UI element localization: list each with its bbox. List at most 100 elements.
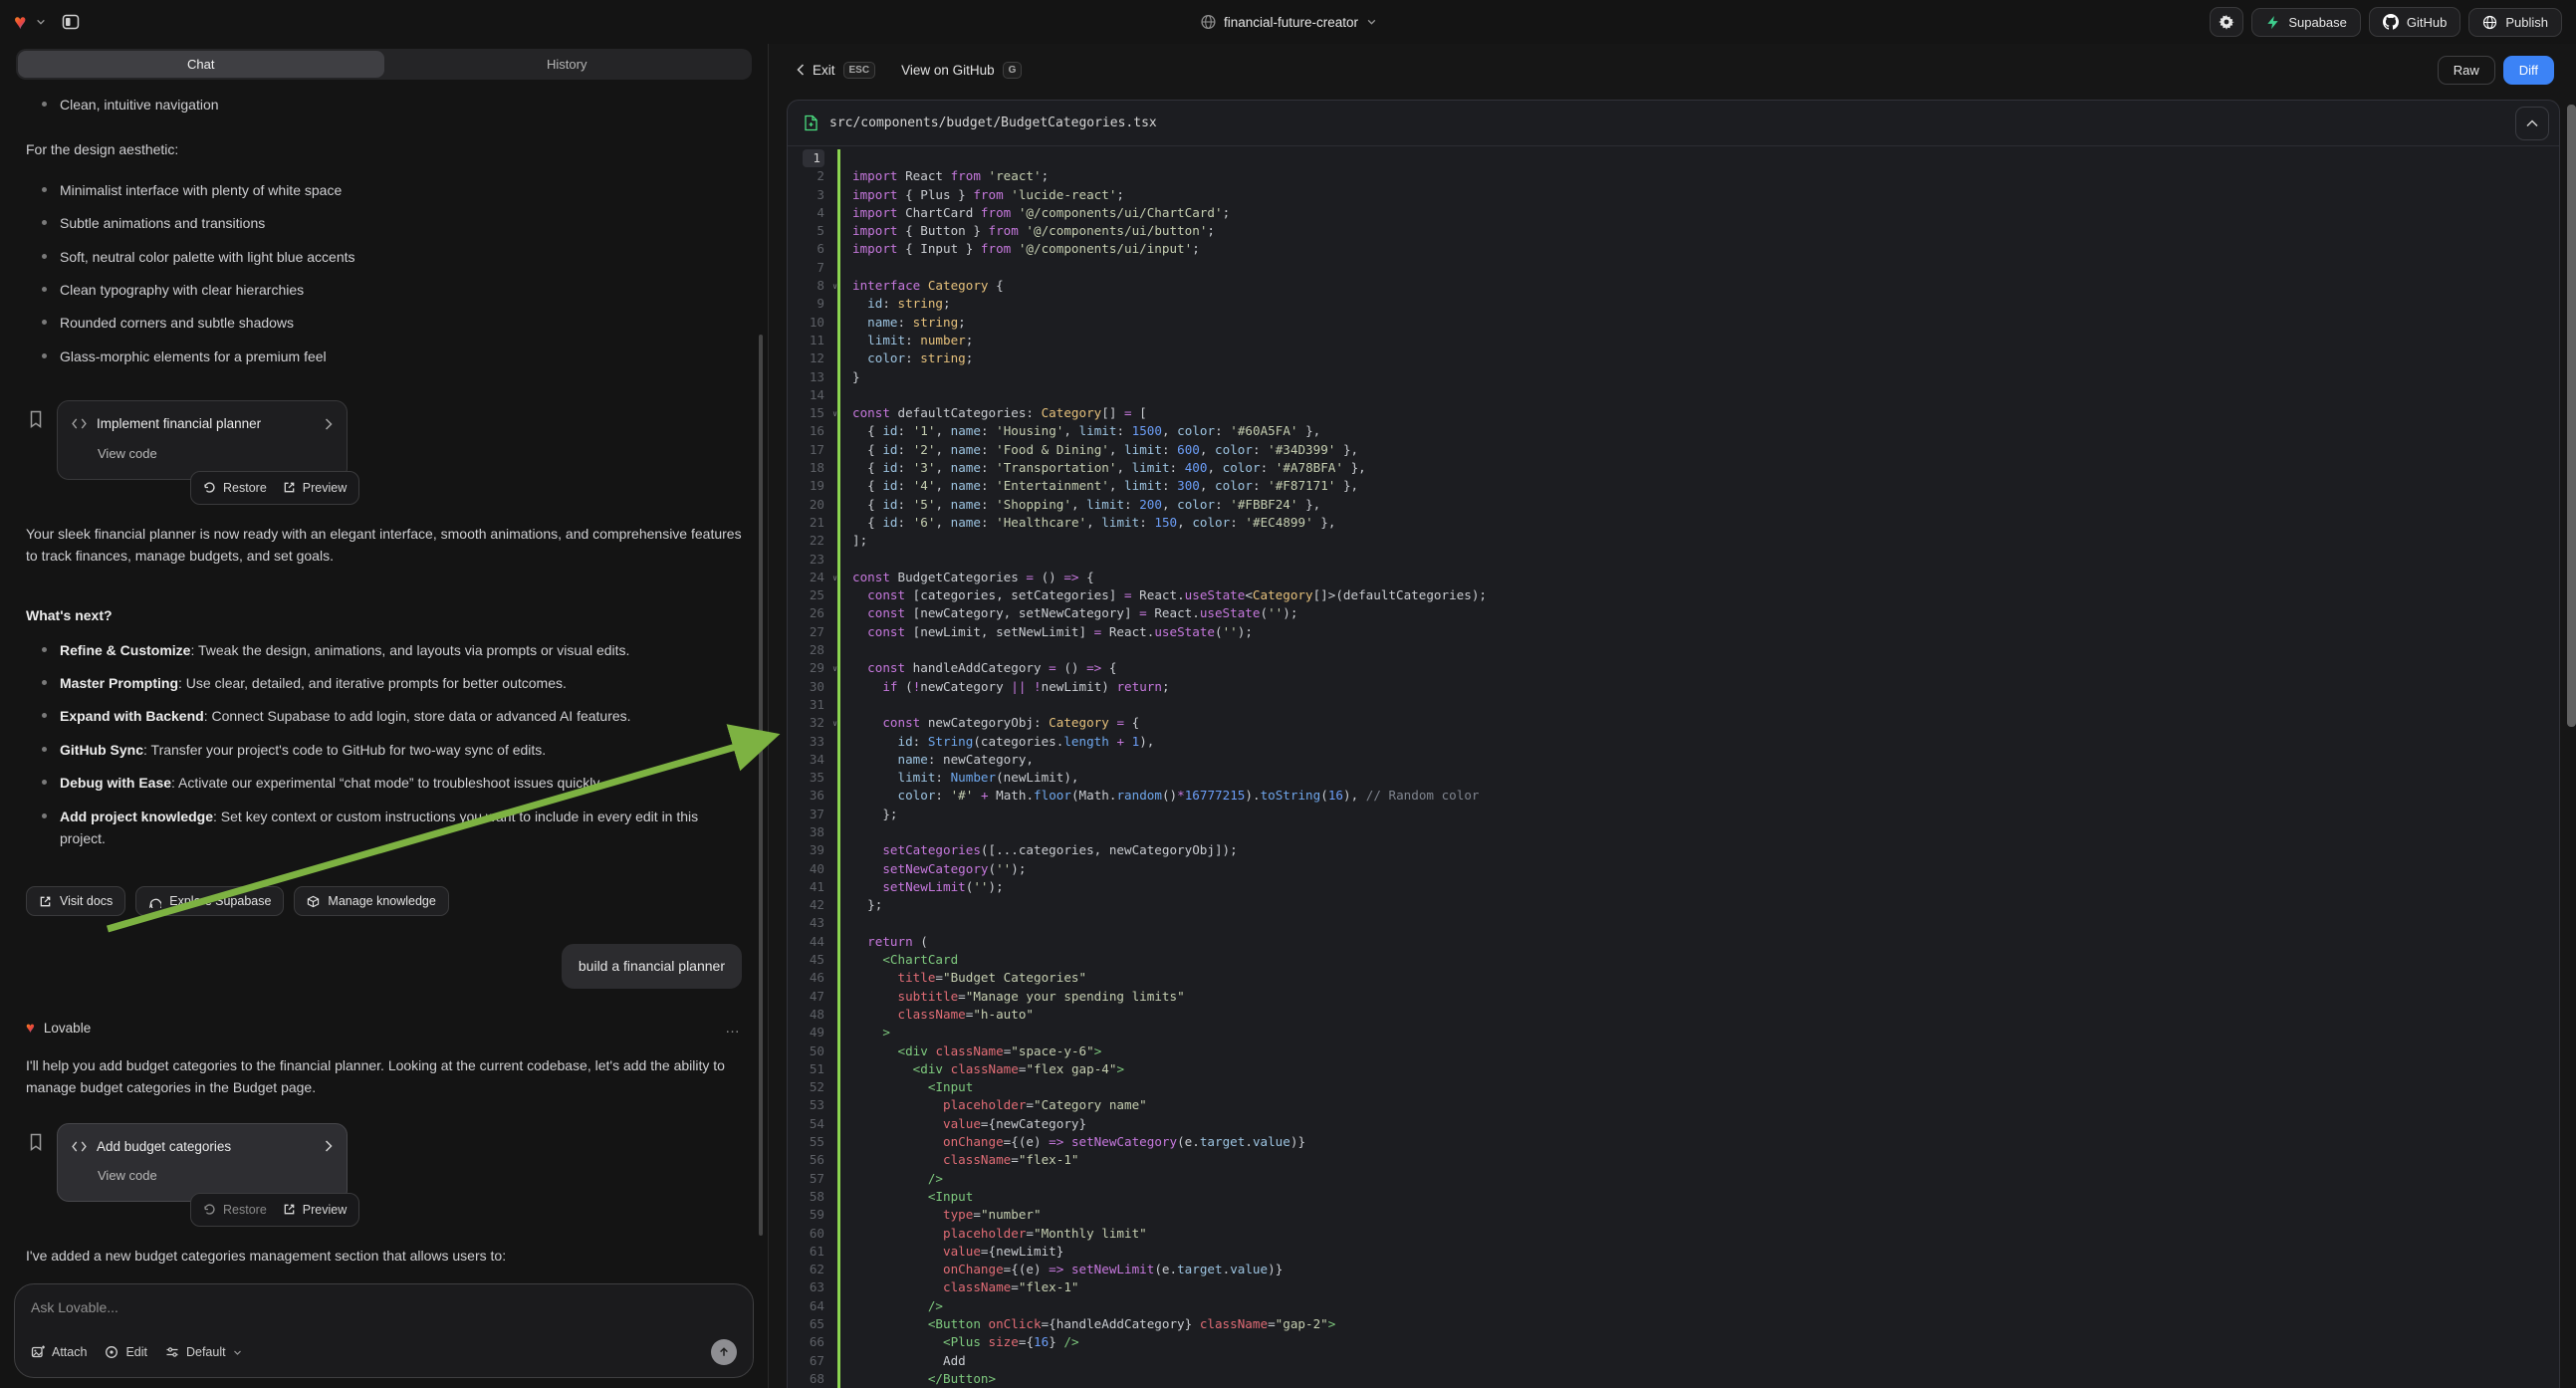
restore-button[interactable]: Restore bbox=[203, 478, 267, 498]
line-number[interactable]: 25 bbox=[788, 586, 837, 604]
lovable-logo-icon[interactable]: ♥ bbox=[14, 12, 26, 33]
message-options-icon[interactable]: … bbox=[725, 1017, 742, 1041]
line-number[interactable]: 67 bbox=[788, 1352, 837, 1370]
send-button[interactable] bbox=[711, 1339, 737, 1365]
sidebar-toggle-icon[interactable] bbox=[56, 7, 86, 37]
visit-docs-button[interactable]: Visit docs bbox=[26, 886, 125, 916]
mode-selector[interactable]: Default bbox=[165, 1345, 242, 1359]
supabase-button[interactable]: Supabase bbox=[2251, 8, 2361, 37]
line-number[interactable]: 10 bbox=[788, 314, 837, 332]
fold-chevron-icon[interactable]: ∨ bbox=[832, 660, 837, 678]
line-number[interactable]: 52 bbox=[788, 1078, 837, 1096]
line-number[interactable]: 48 bbox=[788, 1006, 837, 1024]
line-number[interactable]: 15∨ bbox=[788, 404, 837, 422]
fold-chevron-icon[interactable]: ∨ bbox=[832, 278, 837, 296]
line-number[interactable]: 55 bbox=[788, 1133, 837, 1151]
restore-button[interactable]: Restore bbox=[203, 1200, 267, 1220]
line-number[interactable]: 32∨ bbox=[788, 714, 837, 732]
code-editor[interactable]: 1 2import React from 'react';3import { P… bbox=[788, 146, 2559, 1388]
fold-chevron-icon[interactable]: ∨ bbox=[832, 570, 837, 587]
line-number[interactable]: 44 bbox=[788, 933, 837, 951]
line-number[interactable]: 39 bbox=[788, 841, 837, 859]
chevron-down-icon[interactable] bbox=[36, 17, 46, 27]
line-number[interactable]: 9 bbox=[788, 295, 837, 313]
diff-toggle-button[interactable]: Diff bbox=[2503, 56, 2554, 85]
line-number[interactable]: 5 bbox=[788, 222, 837, 240]
line-number[interactable]: 51 bbox=[788, 1060, 837, 1078]
line-number[interactable]: 11 bbox=[788, 332, 837, 349]
project-switcher[interactable]: financial-future-creator bbox=[1200, 0, 1376, 44]
line-number[interactable]: 42 bbox=[788, 896, 837, 914]
tool-card-add-budget-categories[interactable]: Add budget categories View code bbox=[57, 1123, 348, 1202]
tab-history[interactable]: History bbox=[384, 51, 751, 78]
line-number[interactable]: 43 bbox=[788, 914, 837, 932]
line-number[interactable]: 27 bbox=[788, 623, 837, 641]
line-number[interactable]: 49 bbox=[788, 1024, 837, 1041]
line-number[interactable]: 18 bbox=[788, 459, 837, 477]
preview-button[interactable]: Preview bbox=[283, 1200, 347, 1220]
line-number[interactable]: 66 bbox=[788, 1333, 837, 1351]
line-number[interactable]: 8∨ bbox=[788, 277, 837, 295]
line-number[interactable]: 6 bbox=[788, 240, 837, 258]
line-number[interactable]: 63 bbox=[788, 1278, 837, 1296]
line-number[interactable]: 20 bbox=[788, 496, 837, 514]
line-number[interactable]: 56 bbox=[788, 1151, 837, 1169]
line-number[interactable]: 30 bbox=[788, 678, 837, 696]
view-code-link[interactable]: View code bbox=[98, 1166, 333, 1187]
line-number[interactable]: 53 bbox=[788, 1096, 837, 1114]
line-number[interactable]: 40 bbox=[788, 860, 837, 878]
code-scrollbar[interactable] bbox=[2567, 105, 2576, 727]
view-on-github-button[interactable]: View on GitHub G bbox=[901, 62, 1022, 79]
settings-button[interactable] bbox=[2210, 7, 2243, 37]
line-number[interactable]: 41 bbox=[788, 878, 837, 896]
line-number[interactable]: 62 bbox=[788, 1261, 837, 1278]
line-number[interactable]: 17 bbox=[788, 441, 837, 459]
line-number[interactable]: 38 bbox=[788, 823, 837, 841]
line-number[interactable]: 33 bbox=[788, 733, 837, 751]
raw-toggle-button[interactable]: Raw bbox=[2438, 56, 2495, 85]
line-number[interactable]: 31 bbox=[788, 696, 837, 714]
line-number[interactable]: 54 bbox=[788, 1115, 837, 1133]
preview-button[interactable]: Preview bbox=[283, 478, 347, 498]
fold-chevron-icon[interactable]: ∨ bbox=[832, 715, 837, 733]
collapse-file-button[interactable] bbox=[2515, 107, 2549, 140]
line-number[interactable]: 21 bbox=[788, 514, 837, 532]
bookmark-icon[interactable] bbox=[28, 410, 44, 504]
chat-messages[interactable]: Clean, intuitive navigation For the desi… bbox=[0, 84, 768, 1273]
github-button[interactable]: GitHub bbox=[2369, 7, 2460, 37]
line-number[interactable]: 61 bbox=[788, 1243, 837, 1261]
line-number[interactable]: 24∨ bbox=[788, 569, 837, 586]
line-number[interactable]: 3 bbox=[788, 186, 837, 204]
line-number[interactable]: 46 bbox=[788, 969, 837, 987]
line-number[interactable]: 2 bbox=[788, 167, 837, 185]
line-number[interactable]: 4 bbox=[788, 204, 837, 222]
tool-card-implement-financial-planner[interactable]: Implement financial planner View code bbox=[57, 400, 348, 479]
line-number[interactable]: 64 bbox=[788, 1297, 837, 1315]
line-number[interactable]: 60 bbox=[788, 1225, 837, 1243]
line-number[interactable]: 7 bbox=[788, 259, 837, 277]
chat-scrollbar[interactable] bbox=[759, 335, 763, 1236]
line-number[interactable]: 16 bbox=[788, 422, 837, 440]
line-number[interactable]: 58 bbox=[788, 1188, 837, 1206]
line-number[interactable]: 12 bbox=[788, 349, 837, 367]
attach-button[interactable]: Attach bbox=[31, 1345, 87, 1359]
line-number[interactable]: 50 bbox=[788, 1042, 837, 1060]
edit-button[interactable]: Edit bbox=[105, 1345, 147, 1359]
line-number[interactable]: 45 bbox=[788, 951, 837, 969]
fold-chevron-icon[interactable]: ∨ bbox=[832, 405, 837, 423]
line-number[interactable]: 19 bbox=[788, 477, 837, 495]
line-number[interactable]: 14 bbox=[788, 386, 837, 404]
publish-button[interactable]: Publish bbox=[2468, 8, 2562, 37]
line-number[interactable]: 37 bbox=[788, 806, 837, 823]
line-number[interactable]: 26 bbox=[788, 604, 837, 622]
line-number[interactable]: 13 bbox=[788, 368, 837, 386]
line-number[interactable]: 59 bbox=[788, 1206, 837, 1224]
line-number[interactable]: 34 bbox=[788, 751, 837, 769]
tab-chat[interactable]: Chat bbox=[18, 51, 384, 78]
bookmark-icon[interactable] bbox=[28, 1133, 44, 1227]
line-number[interactable]: 47 bbox=[788, 988, 837, 1006]
line-number[interactable]: 22 bbox=[788, 532, 837, 550]
line-number[interactable]: 36 bbox=[788, 787, 837, 805]
chat-input[interactable]: Ask Lovable... bbox=[31, 1299, 737, 1331]
line-number[interactable]: 35 bbox=[788, 769, 837, 787]
